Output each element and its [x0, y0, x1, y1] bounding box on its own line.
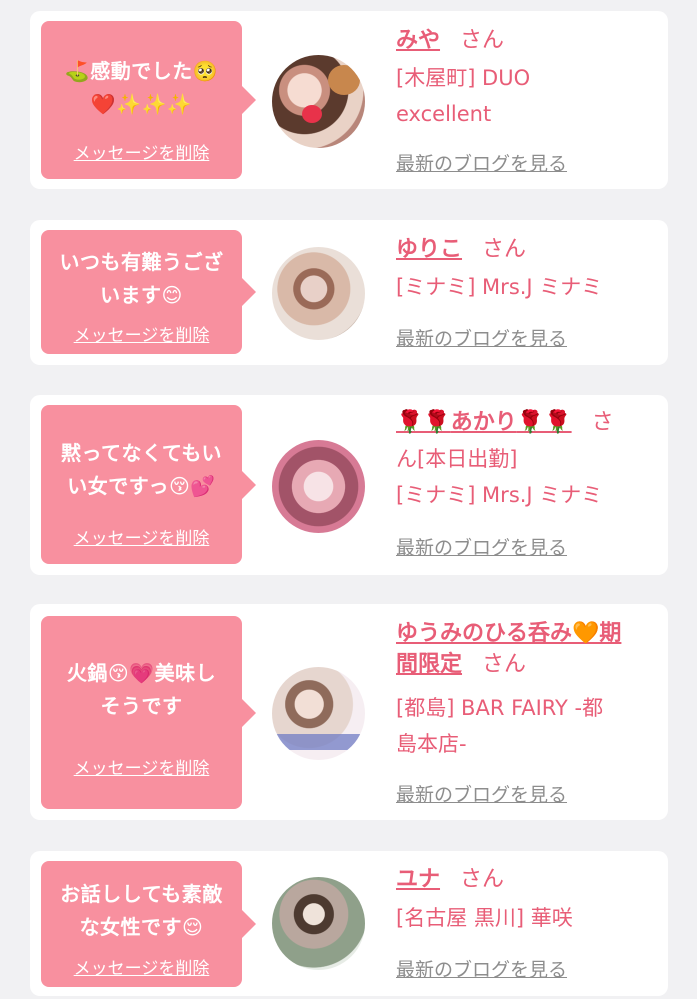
- san-suffix: さ: [591, 410, 614, 435]
- girl-name-row: 🌹🌹あかり🌹🌹 さ: [396, 407, 648, 438]
- message-bubble: お話ししても素敵 な女性です😌 メッセージを削除: [41, 861, 256, 987]
- girl-name-link[interactable]: 🌹🌹あかり🌹🌹: [396, 410, 572, 435]
- bear-sticker-icon: [328, 65, 360, 95]
- girl-name-row: ゆりこ さん: [396, 234, 648, 265]
- avatar[interactable]: [272, 247, 365, 340]
- view-blog-link[interactable]: 最新のブログを見る: [396, 780, 567, 807]
- message-text: ⛳感動でした🥺 ❤️✨✨✨: [64, 59, 219, 116]
- delete-message-link[interactable]: メッセージを削除: [41, 754, 242, 779]
- avatar[interactable]: [272, 667, 365, 760]
- girl-name-link[interactable]: ユナ: [396, 867, 440, 892]
- avatar[interactable]: [272, 55, 365, 148]
- shop-name: [木屋町] DUO excellent: [396, 66, 531, 126]
- girl-name-link[interactable]: ゆりこ: [396, 237, 462, 262]
- delete-message-link[interactable]: メッセージを削除: [41, 524, 242, 549]
- rose-icon: 🌹🌹: [516, 410, 572, 435]
- avatar-caption-strip: [272, 734, 365, 750]
- message-text: 火鍋😚💗美味し そうです: [66, 661, 217, 718]
- girl-name-link[interactable]: みや: [396, 28, 440, 53]
- avatar[interactable]: [272, 877, 365, 970]
- view-blog-link[interactable]: 最新のブログを見る: [396, 533, 567, 560]
- message-bubble: いつも有難うござ います😊 メッセージを削除: [41, 230, 256, 354]
- girl-name-row: みや さん: [396, 25, 648, 56]
- san-suffix: さん: [460, 28, 505, 53]
- shop-name: ん[本日出勤] [ミナミ] Mrs.J ミナミ: [396, 447, 603, 507]
- shop-name: [ミナミ] Mrs.J ミナミ: [396, 275, 603, 299]
- delete-message-link[interactable]: メッセージを削除: [41, 321, 242, 346]
- girl-name-row: ユナ さん: [396, 864, 648, 895]
- girl-info: ユナ さん [名古屋 黒川] 華咲 最新のブログを見る: [396, 864, 648, 989]
- message-card: 黙ってなくてもい い女ですっ😚💕 メッセージを削除 🌹🌹あかり🌹🌹 さ ん[本日出…: [30, 395, 668, 575]
- message-card: お話ししても素敵 な女性です😌 メッセージを削除 ユナ さん [名古屋 黒川] 華…: [30, 851, 668, 996]
- delete-message-link[interactable]: メッセージを削除: [41, 139, 242, 164]
- san-suffix: さん: [460, 867, 505, 892]
- message-text: いつも有難うござ います😊: [59, 250, 224, 307]
- girl-info: 🌹🌹あかり🌹🌹 さ ん[本日出勤] [ミナミ] Mrs.J ミナミ 最新のブログを…: [396, 407, 648, 567]
- heart-sticker-icon: [302, 105, 322, 123]
- message-card: 火鍋😚💗美味し そうです メッセージを削除 ゆうみのひる呑み🧡期 間限定 さん […: [30, 604, 668, 820]
- message-bubble: ⛳感動でした🥺 ❤️✨✨✨ メッセージを削除: [41, 21, 256, 179]
- view-blog-link[interactable]: 最新のブログを見る: [396, 955, 567, 982]
- message-bubble: 火鍋😚💗美味し そうです メッセージを削除: [41, 616, 256, 809]
- girl-info: ゆうみのひる呑み🧡期 間限定 さん [都島] BAR FAIRY -都 島本店- …: [396, 618, 648, 813]
- girl-name-row: ゆうみのひる呑み🧡期 間限定 さん: [396, 618, 648, 680]
- girl-info: ゆりこ さん [ミナミ] Mrs.J ミナミ 最新のブログを見る: [396, 234, 648, 354]
- delete-message-link[interactable]: メッセージを削除: [41, 954, 242, 979]
- san-suffix: さん: [482, 237, 527, 262]
- girl-name-link[interactable]: 間限定: [396, 652, 462, 677]
- message-text: 黙ってなくてもい い女ですっ😚💕: [61, 441, 222, 498]
- message-card: いつも有難うござ います😊 メッセージを削除 ゆりこ さん [ミナミ] Mrs.J…: [30, 220, 668, 365]
- message-bubble: 黙ってなくてもい い女ですっ😚💕 メッセージを削除: [41, 405, 256, 564]
- rose-icon: 🌹🌹: [396, 410, 451, 435]
- view-blog-link[interactable]: 最新のブログを見る: [396, 149, 567, 176]
- san-suffix: さん: [482, 652, 527, 677]
- shop-name: [名古屋 黒川] 華咲: [396, 906, 573, 930]
- message-card: ⛳感動でした🥺 ❤️✨✨✨ メッセージを削除 みや さん [木屋町] DUO ex…: [30, 11, 668, 189]
- avatar[interactable]: [272, 440, 365, 533]
- message-text: お話ししても素敵 な女性です😌: [60, 882, 223, 939]
- girl-name-link[interactable]: ゆうみのひる呑み🧡期: [396, 621, 621, 646]
- view-blog-link[interactable]: 最新のブログを見る: [396, 324, 567, 351]
- shop-name: [都島] BAR FAIRY -都 島本店-: [396, 696, 604, 756]
- girl-info: みや さん [木屋町] DUO excellent 最新のブログを見る: [396, 25, 648, 175]
